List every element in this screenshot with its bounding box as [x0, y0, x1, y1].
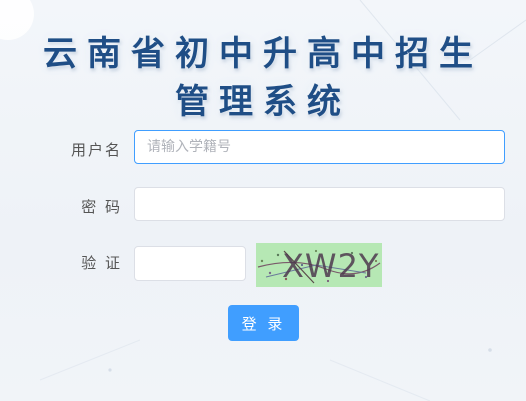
verify-label: 验 证 — [81, 254, 122, 272]
username-label: 用户名 — [70, 141, 122, 159]
page-title-line1: 云南省初中升高中招生 — [43, 34, 483, 74]
captcha-text: XW2Y — [282, 247, 379, 285]
captcha-input[interactable] — [134, 246, 246, 281]
username-input[interactable] — [134, 130, 505, 164]
login-button[interactable]: 登 录 — [228, 305, 299, 341]
password-input[interactable] — [134, 187, 505, 221]
page-title-line2: 管理系统 — [175, 82, 351, 122]
captcha-graphic: XW2Y — [257, 247, 381, 285]
captcha-image[interactable]: XW2Y — [256, 243, 382, 287]
password-label: 密 码 — [81, 198, 122, 216]
